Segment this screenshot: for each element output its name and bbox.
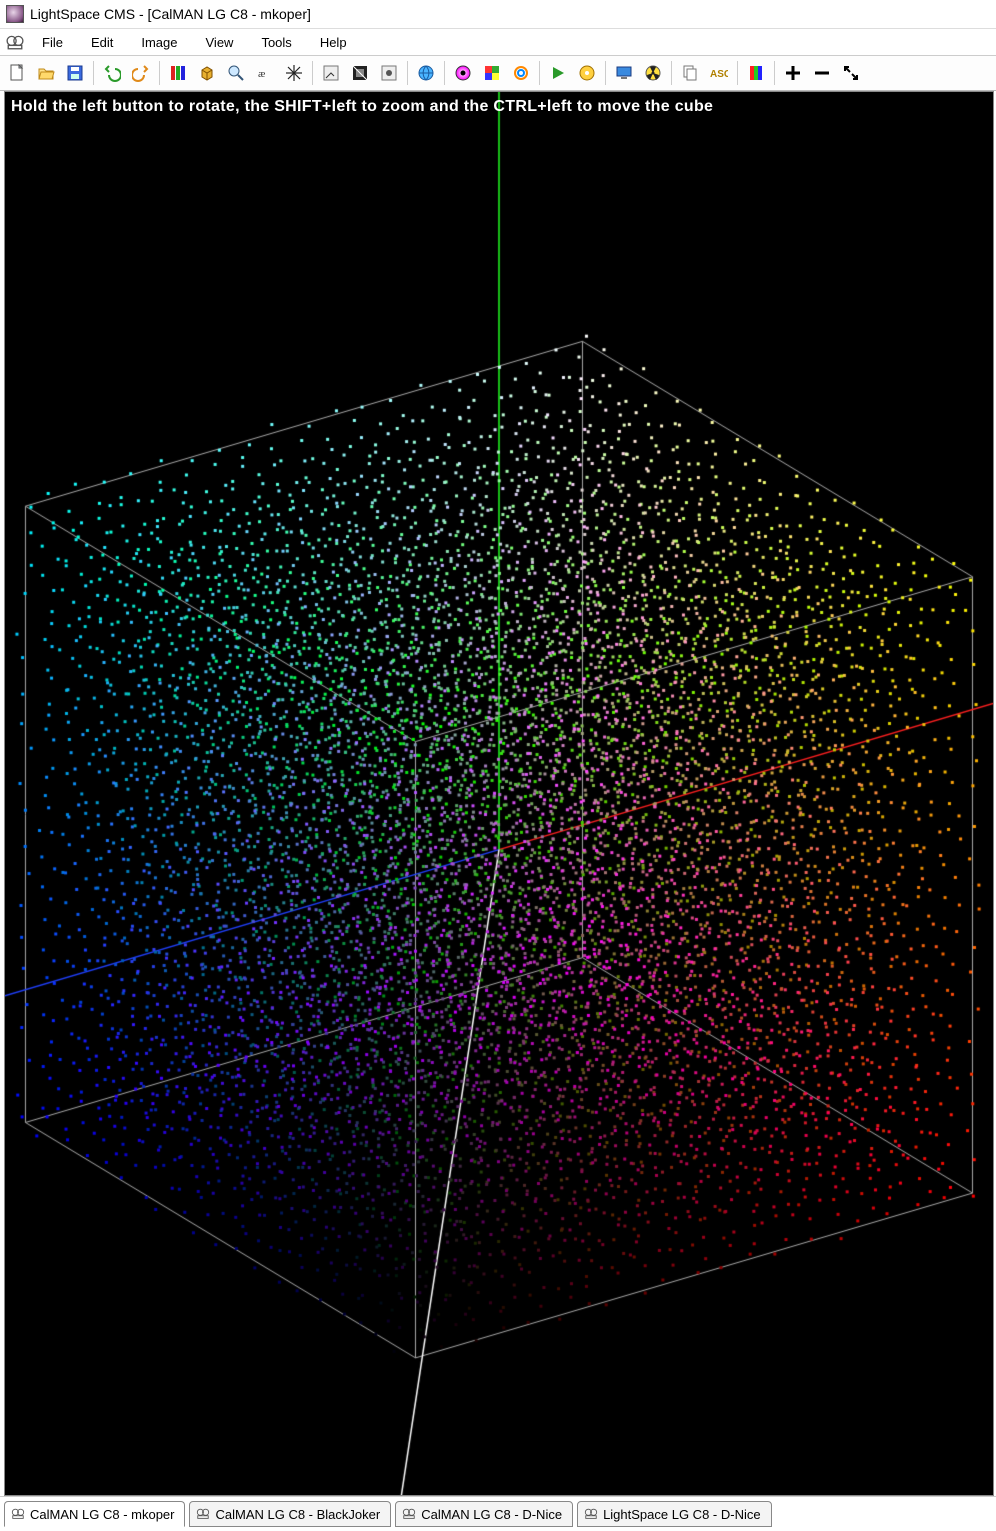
- monitor-icon[interactable]: [610, 59, 638, 87]
- menu-image[interactable]: Image: [127, 32, 191, 53]
- burst-icon[interactable]: [280, 59, 308, 87]
- glyph-tool-icon[interactable]: æ: [251, 59, 279, 87]
- app-icon: [6, 5, 24, 23]
- toolbar-separator: [159, 61, 160, 85]
- color-bars-icon[interactable]: [164, 59, 192, 87]
- open-file-icon[interactable]: [32, 59, 60, 87]
- mdi-window-icon: [11, 1507, 25, 1521]
- picker-icon[interactable]: [317, 59, 345, 87]
- redo-icon[interactable]: [127, 59, 155, 87]
- menu-help[interactable]: Help: [306, 32, 361, 53]
- copy-doc-icon[interactable]: [676, 59, 704, 87]
- mdi-control-icon[interactable]: [6, 33, 24, 51]
- undo-icon[interactable]: [98, 59, 126, 87]
- tab-label: CalMAN LG C8 - D-Nice: [421, 1507, 562, 1522]
- tab-label: CalMAN LG C8 - BlackJoker: [215, 1507, 380, 1522]
- menu-view[interactable]: View: [192, 32, 248, 53]
- radiation-icon[interactable]: [639, 59, 667, 87]
- tab-label: LightSpace LG C8 - D-Nice: [603, 1507, 761, 1522]
- menu-file[interactable]: File: [28, 32, 77, 53]
- save-file-icon[interactable]: [61, 59, 89, 87]
- drop-tool-icon[interactable]: [375, 59, 403, 87]
- asc-icon[interactable]: ASC: [705, 59, 733, 87]
- menu-edit[interactable]: Edit: [77, 32, 127, 53]
- toolbar-separator: [93, 61, 94, 85]
- toolbar-separator: [605, 61, 606, 85]
- toolbar-separator: [671, 61, 672, 85]
- svg-text:æ: æ: [258, 68, 265, 80]
- rgb-bars-icon[interactable]: [742, 59, 770, 87]
- tab-calman-dnice[interactable]: CalMAN LG C8 - D-Nice: [395, 1501, 573, 1527]
- toolbar-separator: [737, 61, 738, 85]
- mdi-window-icon: [196, 1507, 210, 1521]
- play-icon[interactable]: [544, 59, 572, 87]
- svg-text:ASC: ASC: [710, 69, 728, 80]
- 3d-viewport[interactable]: Hold the left button to rotate, the SHIF…: [4, 91, 994, 1496]
- toolbar-separator: [539, 61, 540, 85]
- expand-icon[interactable]: [837, 59, 865, 87]
- tab-calman-mkoper[interactable]: CalMAN LG C8 - mkoper: [4, 1501, 185, 1527]
- toolbar-separator: [774, 61, 775, 85]
- color-cube-canvas[interactable]: [5, 92, 993, 1495]
- tab-lightspace-dnice[interactable]: LightSpace LG C8 - D-Nice: [577, 1501, 772, 1527]
- tab-label: CalMAN LG C8 - mkoper: [30, 1507, 174, 1522]
- new-file-icon[interactable]: [3, 59, 31, 87]
- color-wheel-icon[interactable]: [449, 59, 477, 87]
- toolbar: æ ASC: [0, 56, 996, 91]
- mdi-window-icon: [584, 1507, 598, 1521]
- menu-tools[interactable]: Tools: [247, 32, 305, 53]
- toolbar-separator: [407, 61, 408, 85]
- toolbar-separator: [444, 61, 445, 85]
- toolbar-separator: [312, 61, 313, 85]
- disc-icon[interactable]: [573, 59, 601, 87]
- gamut-grid-icon[interactable]: [478, 59, 506, 87]
- window-title: LightSpace CMS - [CalMAN LG C8 - mkoper]: [30, 6, 311, 22]
- document-tabs: CalMAN LG C8 - mkoper CalMAN LG C8 - Bla…: [0, 1496, 996, 1527]
- cms-square-icon[interactable]: [346, 59, 374, 87]
- cube-3d-icon[interactable]: [193, 59, 221, 87]
- menu-bar: File Edit Image View Tools Help: [0, 29, 996, 56]
- tab-calman-blackjoker[interactable]: CalMAN LG C8 - BlackJoker: [189, 1501, 391, 1527]
- title-bar: LightSpace CMS - [CalMAN LG C8 - mkoper]: [0, 0, 996, 29]
- globe-icon[interactable]: [412, 59, 440, 87]
- mdi-window-icon: [402, 1507, 416, 1521]
- color-burst-icon[interactable]: [507, 59, 535, 87]
- plus-icon[interactable]: [779, 59, 807, 87]
- minus-icon[interactable]: [808, 59, 836, 87]
- viewport-hint: Hold the left button to rotate, the SHIF…: [11, 98, 713, 116]
- zoom-tool-icon[interactable]: [222, 59, 250, 87]
